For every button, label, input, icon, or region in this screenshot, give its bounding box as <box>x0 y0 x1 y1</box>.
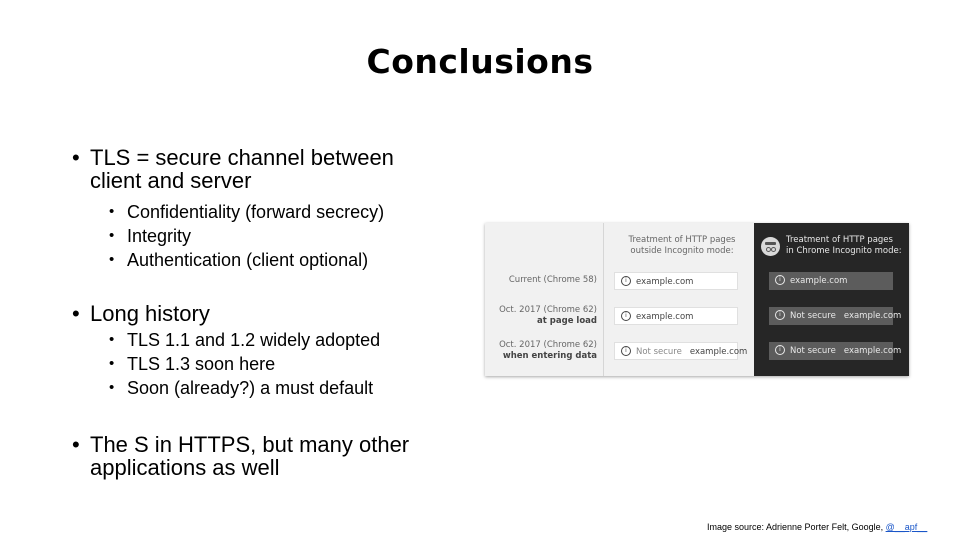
row-label-text: Oct. 2017 (Chrome 62) <box>499 305 597 315</box>
omnibox-dark: i Not secure example.com <box>769 342 901 360</box>
not-secure-label: Not secure <box>790 346 836 356</box>
header-incognito: Treatment of HTTP pages in Chrome Incogn… <box>786 235 906 257</box>
info-icon: i <box>621 345 631 356</box>
image-source-caption: Image source: Adrienne Porter Felt, Goog… <box>707 522 927 532</box>
header-outside-incognito: Treatment of HTTP pages outside Incognit… <box>607 235 757 257</box>
bullet-https: The S in HTTPS, but many other applicati… <box>72 433 492 479</box>
header-line: outside Incognito mode: <box>630 246 734 256</box>
sub-bullet: Authentication (client optional) <box>72 248 492 272</box>
info-icon: i <box>621 275 631 286</box>
header-line: in Chrome Incognito mode: <box>786 246 902 256</box>
source-text: Image source: Adrienne Porter Felt, Goog… <box>707 522 886 532</box>
bullet-text: applications as well <box>90 455 280 480</box>
row-label-text: Oct. 2017 (Chrome 62) <box>499 340 597 350</box>
source-link[interactable]: @__apf__ <box>886 522 928 532</box>
header-line: Treatment of HTTP pages <box>628 235 736 245</box>
bullet-text: TLS = secure channel between <box>90 145 394 170</box>
sub-bullet: TLS 1.1 and 1.2 widely adopted <box>72 328 492 352</box>
url-text: example.com <box>843 346 902 356</box>
url-text: example.com <box>636 312 694 322</box>
sub-bullet: TLS 1.3 soon here <box>72 352 492 376</box>
row-label: Current (Chrome 58) <box>509 275 597 286</box>
incognito-icon <box>761 237 780 256</box>
row-label: Oct. 2017 (Chrome 62) at page load <box>499 305 597 327</box>
url-text: example.com <box>790 276 848 286</box>
info-icon: i <box>775 344 785 355</box>
info-icon: i <box>775 309 785 320</box>
bullet-text: client and server <box>90 168 252 193</box>
row-label: Oct. 2017 (Chrome 62) when entering data <box>499 340 597 362</box>
row-sublabel: at page load <box>537 316 597 326</box>
sub-bullet: Soon (already?) a must default <box>72 376 492 400</box>
row-sublabel: when entering data <box>502 351 597 361</box>
omnibox-dark: i Not secure example.com <box>769 307 901 325</box>
chrome-http-treatment-figure: Treatment of HTTP pages outside Incognit… <box>485 223 909 376</box>
omnibox-light: i example.com <box>614 307 738 325</box>
url-text: example.com <box>636 277 694 287</box>
info-icon: i <box>775 274 785 285</box>
bullet-list: TLS = secure channel between client and … <box>72 146 492 479</box>
url-text: example.com <box>689 347 748 357</box>
info-icon: i <box>621 310 631 321</box>
not-secure-label: Not secure <box>636 347 682 357</box>
omnibox-light: i Not secure example.com <box>614 342 747 360</box>
bullet-text: The S in HTTPS, but many other <box>90 432 410 457</box>
header-line: Treatment of HTTP pages <box>786 235 893 245</box>
omnibox-dark: i example.com <box>769 272 893 290</box>
column-divider <box>603 223 604 376</box>
sub-bullet: Integrity <box>72 224 492 248</box>
row-label-text: Current (Chrome 58) <box>508 275 597 285</box>
bullet-tls: TLS = secure channel between client and … <box>72 146 492 192</box>
omnibox-light: i example.com <box>614 272 738 290</box>
not-secure-label: Not secure <box>790 311 836 321</box>
url-text: example.com <box>843 311 902 321</box>
sub-bullet: Confidentiality (forward secrecy) <box>72 200 492 224</box>
slide-title: Conclusions <box>366 42 594 81</box>
bullet-long-history: Long history <box>72 302 492 325</box>
